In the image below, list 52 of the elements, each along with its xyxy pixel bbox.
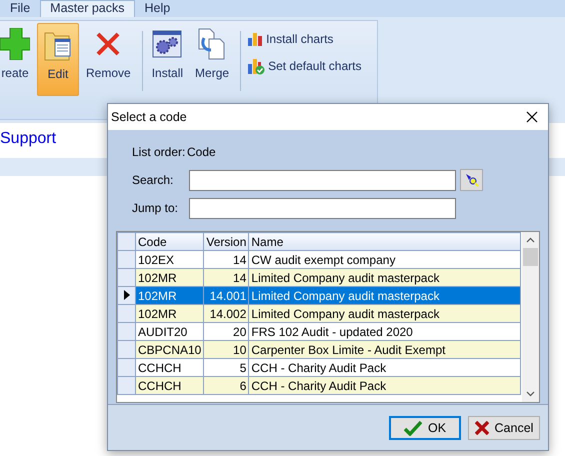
table-cell[interactable]: Limited Company audit masterpack [248, 268, 520, 286]
table-cell[interactable]: CCH - Charity Audit Pack [248, 376, 520, 394]
ribbon-button[interactable]: reate [0, 23, 35, 94]
scroll-up-icon[interactable] [526, 237, 535, 243]
field-label: Search: [131, 173, 174, 187]
plus-icon [0, 28, 30, 60]
search-field[interactable] [189, 170, 456, 190]
table-cell[interactable]: 102MR [136, 304, 204, 322]
menu-tab[interactable]: Help [134, 0, 180, 17]
ribbon-button[interactable]: Set default charts [245, 57, 364, 75]
table-cell[interactable]: 102MR [136, 286, 204, 304]
table-cell[interactable]: CCHCH [136, 376, 204, 394]
column-header[interactable]: Name [248, 232, 520, 250]
table-cell[interactable]: 102MR [136, 268, 204, 286]
ribbon-button[interactable]: Merge [190, 23, 234, 94]
search-icon [464, 172, 480, 188]
table-cell[interactable]: CBPCNA10 [136, 340, 204, 358]
scroll-thumb[interactable] [523, 248, 538, 266]
ok-button[interactable]: OK [389, 416, 461, 440]
scroll-down-icon[interactable] [526, 391, 535, 397]
dialog-title: Select a code [111, 110, 187, 124]
menu-tab[interactable]: File [0, 0, 40, 17]
cross-icon [474, 420, 489, 434]
bar-chart-icon [247, 31, 264, 47]
ribbon-button[interactable]: Remove [81, 23, 136, 94]
table-cell[interactable]: 6 [204, 376, 249, 394]
jump-to-field[interactable] [189, 198, 456, 218]
table-cell[interactable]: 10 [204, 340, 249, 358]
list-order-value: Code [187, 145, 216, 159]
table-cell[interactable]: 14.001 [204, 286, 249, 304]
documents-icon [197, 28, 228, 60]
table-cell[interactable]: Limited Company audit masterpack [248, 286, 520, 304]
ribbon-button[interactable]: Install charts [245, 31, 364, 47]
ribbon-button[interactable]: Install [146, 23, 188, 94]
field-label: List order: [131, 145, 186, 159]
field-label: Jump to: [131, 201, 180, 215]
menu-tab[interactable]: Master packs [40, 0, 134, 17]
close-icon[interactable] [526, 111, 538, 123]
column-header[interactable]: Code [136, 232, 204, 250]
gears-icon [152, 28, 182, 60]
page-heading: Support [0, 129, 58, 149]
table-cell[interactable]: 14 [204, 268, 249, 286]
find-button[interactable] [460, 169, 483, 191]
ribbon-button[interactable]: Edit [37, 23, 79, 96]
table-cell[interactable]: Limited Company audit masterpack [248, 304, 520, 322]
cancel-button[interactable]: Cancel [468, 416, 540, 440]
check-icon [404, 420, 422, 436]
scrollbar[interactable] [522, 232, 539, 402]
bar-chart-check-icon [247, 57, 266, 75]
table-cell[interactable]: Carpenter Box Limite - Audit Exempt [248, 340, 520, 358]
column-header[interactable]: Version [204, 232, 249, 250]
table-cell[interactable]: 14.002 [204, 304, 249, 322]
